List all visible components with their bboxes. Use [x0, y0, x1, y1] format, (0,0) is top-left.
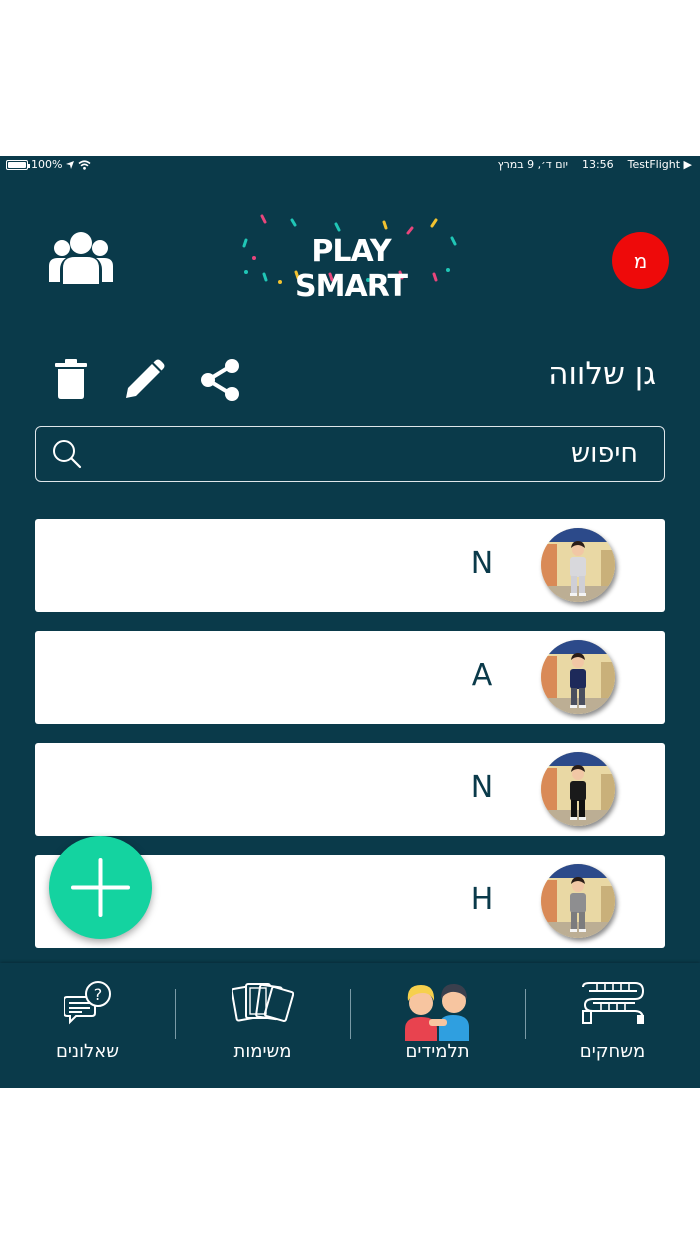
plus-icon — [71, 858, 130, 917]
status-date: יום ד׳, 9 במרץ — [497, 158, 568, 171]
student-photo — [541, 528, 615, 602]
status-bar: 100% יום ד׳, 9 במרץ 13:56 TestFlight ▶ — [0, 156, 700, 173]
battery-percent: 100% — [31, 158, 63, 171]
student-row[interactable]: N — [35, 743, 665, 836]
avatar-letter: מ — [633, 248, 648, 273]
board-game-icon — [581, 982, 644, 1024]
trash-icon[interactable] — [54, 358, 88, 400]
student-photo — [541, 864, 615, 938]
question-chat-icon: ? — [63, 981, 111, 1025]
bottom-navigation: ? שאלונים משימות תלמידים משחקים — [0, 963, 700, 1088]
nav-games-label: משחקים — [579, 1041, 646, 1062]
profile-avatar-button[interactable]: מ — [612, 232, 669, 289]
student-photo — [541, 640, 615, 714]
add-student-button[interactable] — [49, 836, 152, 939]
nav-questionnaires[interactable]: ? שאלונים — [0, 963, 175, 1088]
battery-icon — [6, 159, 30, 170]
wifi-icon — [78, 159, 91, 170]
nav-games[interactable]: משחקים — [525, 963, 700, 1088]
location-icon — [66, 160, 75, 169]
group-title: גן שלווה — [548, 356, 656, 392]
search-icon[interactable] — [52, 439, 82, 469]
users-icon[interactable] — [48, 232, 114, 284]
search-box — [35, 426, 665, 482]
student-photo — [541, 752, 615, 826]
status-time: 13:56 — [581, 158, 614, 171]
share-icon[interactable] — [200, 359, 240, 401]
app-screen: 100% יום ד׳, 9 במרץ 13:56 TestFlight ▶ P… — [0, 156, 700, 1088]
kids-icon — [404, 983, 469, 1041]
student-row[interactable]: N — [35, 519, 665, 612]
student-name: H — [470, 882, 494, 917]
play-smart-logo: PLAY SMART — [240, 212, 460, 304]
search-input[interactable] — [158, 427, 638, 480]
status-left: 100% — [6, 156, 91, 173]
svg-text:?: ? — [93, 985, 102, 1004]
nav-tasks-label: משימות — [233, 1041, 292, 1062]
nav-students-label: תלמידים — [405, 1041, 470, 1062]
edit-icon[interactable] — [124, 358, 166, 400]
student-name: N — [470, 546, 494, 581]
nav-questionnaires-label: שאלונים — [55, 1041, 120, 1062]
student-name: N — [470, 770, 494, 805]
logo-text: PLAY SMART — [295, 234, 408, 304]
nav-tasks[interactable]: משימות — [175, 963, 350, 1088]
status-app: TestFlight ▶ — [627, 158, 692, 171]
status-right: יום ד׳, 9 במרץ 13:56 TestFlight ▶ — [498, 156, 692, 173]
cards-icon — [231, 983, 294, 1022]
nav-students[interactable]: תלמידים — [350, 963, 525, 1088]
student-name: A — [471, 658, 493, 693]
student-row[interactable]: A — [35, 631, 665, 724]
